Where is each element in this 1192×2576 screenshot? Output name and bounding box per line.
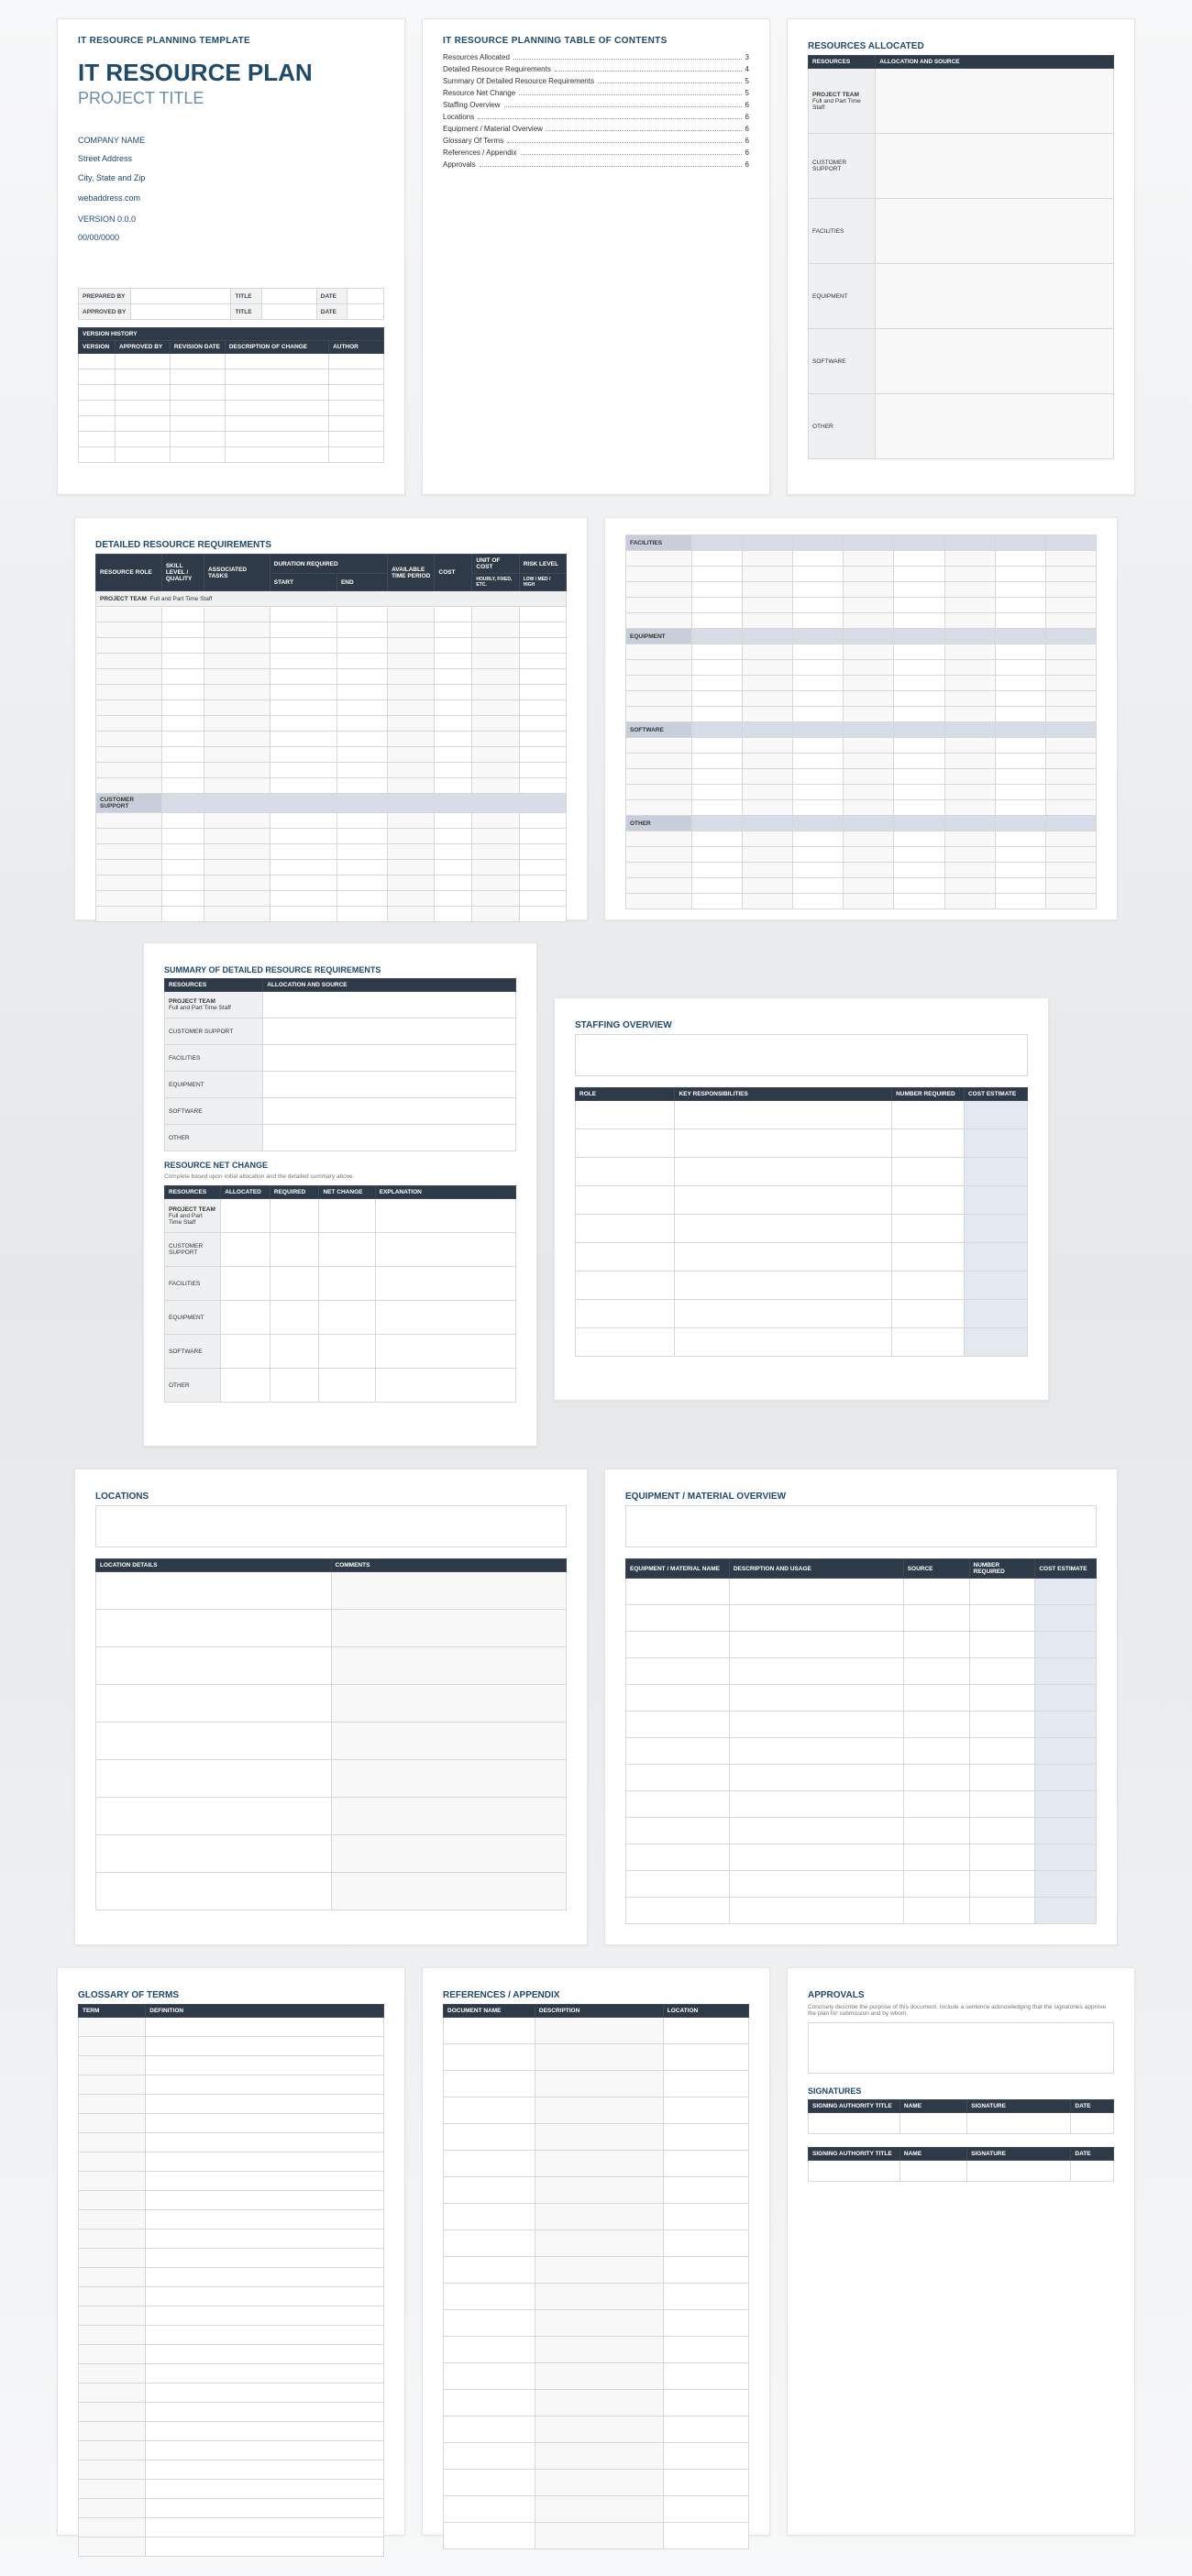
resources-allocated-table: RESOURCESALLOCATION AND SOURCE PROJECT T… — [808, 55, 1114, 459]
page-detailed-requirements-cont: FACILITIESEQUIPMENTSOFTWAREOTHER — [604, 517, 1118, 920]
glossary-title: GLOSSARY OF TERMS — [78, 1990, 384, 2000]
references-table: DOCUMENT NAMEDESCRIPTIONLOCATION — [443, 2004, 749, 2549]
project-title: PROJECT TITLE — [78, 89, 384, 108]
approvals-desc: Concisely describe the purpose of this d… — [808, 2004, 1114, 2017]
summary-table: RESOURCESALLOCATION AND SOURCE PROJECT T… — [164, 978, 516, 1151]
doc-date: 00/00/0000 — [78, 231, 384, 244]
toc-header: IT RESOURCE PLANNING TABLE OF CONTENTS — [443, 36, 749, 46]
glossary-table: TERMDEFINITION — [78, 2004, 384, 2557]
equipment-notes-box — [625, 1505, 1097, 1547]
staffing-table: ROLEKEY RESPONSIBILITIESNUMBER REQUIREDC… — [575, 1087, 1028, 1357]
resources-allocated-title: RESOURCES ALLOCATED — [808, 41, 1114, 51]
equipment-title: EQUIPMENT / MATERIAL OVERVIEW — [625, 1492, 1097, 1502]
detailed-req-cont-table: FACILITIESEQUIPMENTSOFTWAREOTHER — [625, 534, 1097, 909]
netchange-table: RESOURCESALLOCATEDREQUIREDNET CHANGEEXPL… — [164, 1185, 516, 1403]
page-detailed-requirements: DETAILED RESOURCE REQUIREMENTS RESOURCE … — [74, 517, 588, 920]
prepared-table: PREPARED BYTITLEDATE APPROVED BYTITLEDAT… — [78, 288, 384, 320]
page-references: REFERENCES / APPENDIX DOCUMENT NAMEDESCR… — [422, 1967, 770, 2536]
page-glossary: GLOSSARY OF TERMS TERMDEFINITION — [57, 1967, 405, 2536]
locations-table: LOCATION DETAILSCOMMENTS — [95, 1558, 567, 1910]
approvals-purpose-box — [808, 2022, 1114, 2074]
netchange-desc: Complete based upon initial allocation a… — [164, 1173, 516, 1180]
page-equipment: EQUIPMENT / MATERIAL OVERVIEW EQUIPMENT … — [604, 1469, 1118, 1945]
locations-notes-box — [95, 1505, 567, 1547]
netchange-title: RESOURCE NET CHANGE — [164, 1161, 516, 1170]
staffing-title: STAFFING OVERVIEW — [575, 1020, 1028, 1030]
equipment-table: EQUIPMENT / MATERIAL NAMEDESCRIPTION AND… — [625, 1558, 1097, 1924]
summary-title: SUMMARY OF DETAILED RESOURCE REQUIREMENT… — [164, 965, 516, 974]
approvals-title: APPROVALS — [808, 1990, 1114, 2000]
page-cover: IT RESOURCE PLANNING TEMPLATE IT RESOURC… — [57, 18, 405, 495]
signature-table-1: SIGNING AUTHORITY TITLENAMESIGNATUREDATE — [808, 2099, 1114, 2134]
detailed-req-title: DETAILED RESOURCE REQUIREMENTS — [95, 540, 567, 550]
template-header: IT RESOURCE PLANNING TEMPLATE — [78, 36, 384, 46]
page-summary-netchange: SUMMARY OF DETAILED RESOURCE REQUIREMENT… — [143, 942, 537, 1447]
version-history-table: VERSION HISTORY VERSIONAPPROVED BYREVISI… — [78, 327, 384, 463]
detailed-req-table: RESOURCE ROLESKILL LEVEL / QUALITYASSOCI… — [95, 554, 567, 922]
web-address: webaddress.com — [78, 192, 384, 204]
city-state-zip: City, State and Zip — [78, 171, 384, 184]
page-resources-allocated: RESOURCES ALLOCATED RESOURCESALLOCATION … — [787, 18, 1135, 495]
doc-title: IT RESOURCE PLAN — [78, 59, 384, 87]
staffing-notes-box — [575, 1034, 1028, 1076]
signatures-label: SIGNATURES — [808, 2086, 1114, 2096]
street-address: Street Address — [78, 152, 384, 165]
references-title: REFERENCES / APPENDIX — [443, 1990, 749, 2000]
page-toc: IT RESOURCE PLANNING TABLE OF CONTENTS R… — [422, 18, 770, 495]
signature-table-2: SIGNING AUTHORITY TITLENAMESIGNATUREDATE — [808, 2147, 1114, 2182]
page-locations: LOCATIONS LOCATION DETAILSCOMMENTS — [74, 1469, 588, 1945]
page-approvals: APPROVALS Concisely describe the purpose… — [787, 1967, 1135, 2536]
page-staffing: STAFFING OVERVIEW ROLEKEY RESPONSIBILITI… — [554, 997, 1049, 1401]
company-name: COMPANY NAME — [78, 134, 384, 147]
locations-title: LOCATIONS — [95, 1492, 567, 1502]
version: VERSION 0.0.0 — [78, 213, 384, 226]
